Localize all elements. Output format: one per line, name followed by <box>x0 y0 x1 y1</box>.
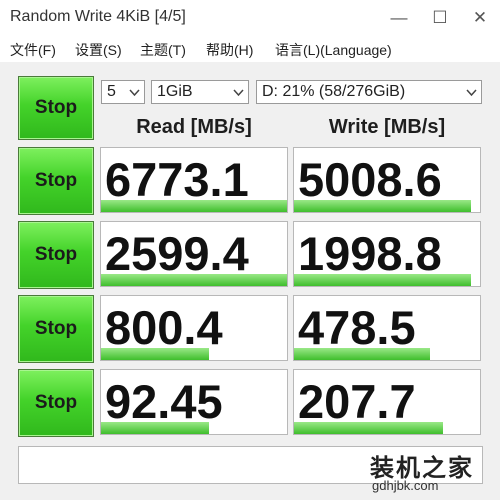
menu-settings[interactable]: 设置(S) <box>75 40 122 60</box>
stop-label: Stop <box>34 244 78 265</box>
close-button[interactable]: ✕ <box>466 6 494 30</box>
stop-button-row-2[interactable]: Stop <box>18 221 94 289</box>
read-result-row-3: 800.4 <box>100 295 288 361</box>
write-value-row-2: 1998.8 <box>298 227 442 280</box>
stop-label: Stop <box>34 318 78 339</box>
count-select[interactable]: 5 <box>101 80 145 104</box>
stop-all-label: Stop <box>34 97 78 118</box>
write-value-row-3: 478.5 <box>298 301 416 354</box>
read-column-header: Read [MB/s] <box>136 116 252 138</box>
write-result-row-2: 1998.8 <box>293 221 481 287</box>
drive-value: D: 21% (58/276GiB) <box>262 83 406 100</box>
stop-button-row-3[interactable]: Stop <box>18 295 94 363</box>
read-value-row-4: 92.45 <box>105 375 223 428</box>
write-value-row-1: 5008.6 <box>298 153 442 206</box>
size-select[interactable]: 1GiB <box>151 80 249 104</box>
read-result-row-4: 92.45 <box>100 369 288 435</box>
write-column-header: Write [MB/s] <box>328 116 446 138</box>
write-result-row-1: 5008.6 <box>293 147 481 213</box>
write-value-row-4: 207.7 <box>298 375 416 428</box>
read-result-row-1: 6773.1 <box>100 147 288 213</box>
read-value-row-2: 2599.4 <box>105 227 249 280</box>
stop-button-row-1[interactable]: Stop <box>18 147 94 215</box>
read-value-row-3: 800.4 <box>105 301 223 354</box>
count-value: 5 <box>107 83 116 100</box>
chevron-down-icon <box>466 89 477 97</box>
menu-theme[interactable]: 主题(T) <box>140 40 186 60</box>
stop-button-row-4[interactable]: Stop <box>18 369 94 437</box>
maximize-button[interactable]: ☐ <box>426 6 454 30</box>
stop-label: Stop <box>34 392 78 413</box>
menu-file[interactable]: 文件(F) <box>10 40 56 60</box>
size-value: 1GiB <box>157 83 193 100</box>
drive-select[interactable]: D: 21% (58/276GiB) <box>256 80 482 104</box>
write-result-row-4: 207.7 <box>293 369 481 435</box>
read-result-row-2: 2599.4 <box>100 221 288 287</box>
watermark: 装机之家 gdhjbk.com <box>370 446 490 496</box>
minimize-button[interactable]: — <box>385 6 413 30</box>
write-result-row-3: 478.5 <box>293 295 481 361</box>
stop-label: Stop <box>34 170 78 191</box>
menu-help[interactable]: 帮助(H) <box>206 40 253 60</box>
read-value-row-1: 6773.1 <box>105 153 249 206</box>
window-title: Random Write 4KiB [4/5] <box>10 8 186 25</box>
watermark-url: gdhjbk.com <box>372 478 439 493</box>
menu-bar: 文件(F) 设置(S) 主题(T) 帮助(H) 语言(L)(Language) <box>0 36 500 62</box>
menu-language[interactable]: 语言(L)(Language) <box>275 40 392 60</box>
title-bar: Random Write 4KiB [4/5] — ☐ ✕ <box>0 0 500 36</box>
chevron-down-icon <box>233 89 244 97</box>
chevron-down-icon <box>129 89 140 97</box>
stop-all-button[interactable]: Stop <box>18 76 94 140</box>
